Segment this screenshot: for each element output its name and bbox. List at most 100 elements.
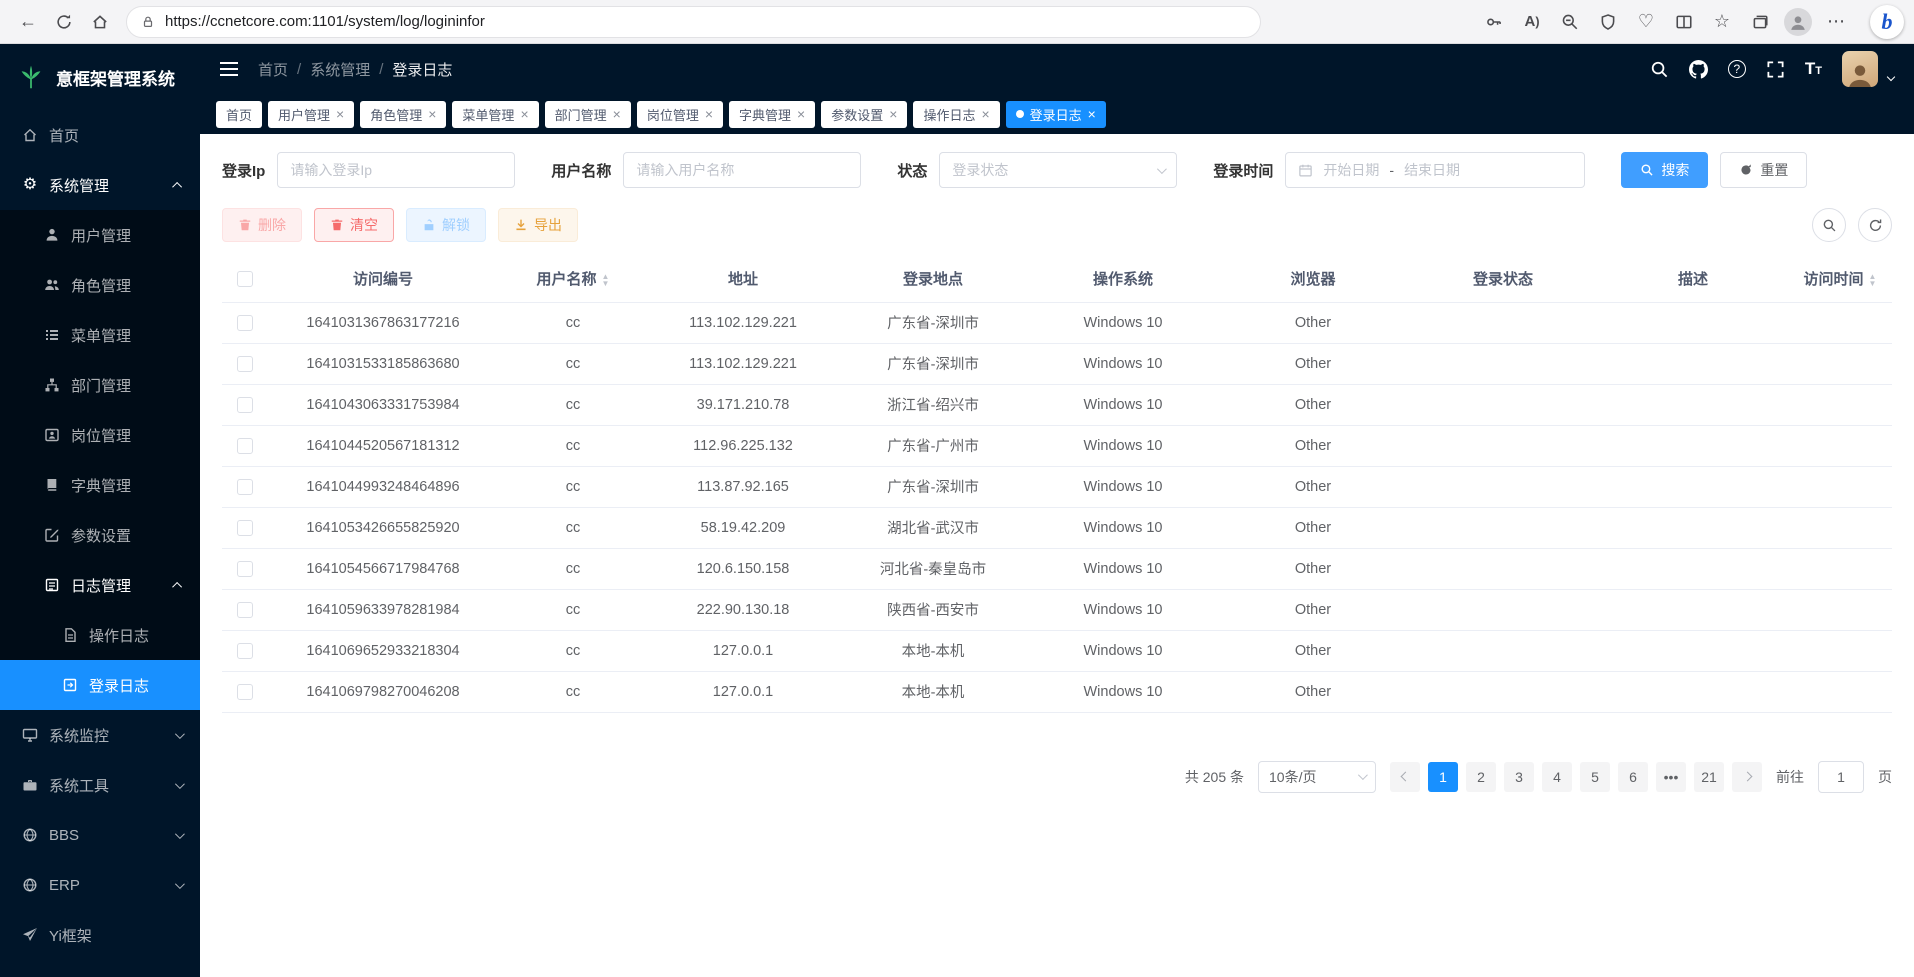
tab-dict-mgmt[interactable]: 字典管理× [729,101,815,128]
row-checkbox[interactable] [237,643,253,659]
tab-login-log[interactable]: 登录日志× [1006,101,1106,128]
sidebar-item-user-mgmt[interactable]: 用户管理 [0,210,200,260]
sidebar-item-sys-monitor[interactable]: 系统监控 [0,710,200,760]
breadcrumb-system[interactable]: 系统管理 [310,59,370,80]
col-visit-time[interactable]: 访问时间▲▼ [1788,256,1892,302]
row-checkbox[interactable] [237,397,253,413]
table-row[interactable]: 1641069798270046208cc 127.0.0.1本地-本机 Win… [222,671,1892,712]
avatar-caret-icon[interactable] [1887,73,1895,81]
tab-op-log[interactable]: 操作日志× [913,101,999,128]
more-icon[interactable]: ⋯ [1818,5,1854,39]
tab-close-icon[interactable]: × [705,107,713,121]
next-page-button[interactable] [1732,762,1762,792]
search-button[interactable]: 搜索 [1621,152,1708,188]
row-checkbox[interactable] [237,561,253,577]
login-ip-input[interactable] [277,152,515,188]
tab-close-icon[interactable]: × [336,107,344,121]
sort-icons[interactable]: ▲▼ [602,273,610,287]
sidebar-item-log-mgmt[interactable]: 日志管理 [0,560,200,610]
sidebar-item-op-log[interactable]: 操作日志 [0,610,200,660]
reset-button[interactable]: 重置 [1720,152,1807,188]
page-button-21[interactable]: 21 [1694,762,1724,792]
tab-close-icon[interactable]: × [889,107,897,121]
page-size-select[interactable]: 10条/页 [1258,761,1376,793]
address-bar[interactable]: https://ccnetcore.com:1101/system/log/lo… [126,6,1261,38]
sidebar-item-param-settings[interactable]: 参数设置 [0,510,200,560]
browser-essentials-icon[interactable]: ♡ [1628,5,1664,39]
table-row[interactable]: 1641043063331753984cc 39.171.210.78浙江省-绍… [222,384,1892,425]
table-row[interactable]: 1641031367863177216cc 113.102.129.221广东省… [222,302,1892,343]
tab-user-mgmt[interactable]: 用户管理× [268,101,354,128]
select-all-checkbox[interactable] [237,271,253,287]
row-checkbox[interactable] [237,602,253,618]
date-range-picker[interactable]: 开始日期 - 结束日期 [1285,152,1585,188]
unlock-button[interactable]: 解锁 [406,208,486,242]
page-button-4[interactable]: 4 [1542,762,1572,792]
tab-dept-mgmt[interactable]: 部门管理× [545,101,631,128]
col-username[interactable]: 用户名称▲▼ [498,256,648,302]
tab-close-icon[interactable]: × [797,107,805,121]
sidebar-item-bbs[interactable]: BBS [0,810,200,860]
key-icon[interactable] [1476,5,1512,39]
sidebar-collapse-icon[interactable] [220,62,238,76]
table-row[interactable]: 1641044993248464896cc 113.87.92.165广东省-深… [222,466,1892,507]
user-avatar[interactable] [1842,51,1878,87]
prev-page-button[interactable] [1390,762,1420,792]
sidebar-item-erp[interactable]: ERP [0,860,200,910]
shield-star-icon[interactable] [1590,5,1626,39]
tab-close-icon[interactable]: × [981,107,989,121]
table-row[interactable]: 1641044520567181312cc 112.96.225.132广东省-… [222,425,1892,466]
goto-page-input[interactable] [1818,761,1864,793]
sidebar-item-home[interactable]: 首页 [0,110,200,160]
end-date[interactable]: 结束日期 [1404,160,1460,180]
page-button-2[interactable]: 2 [1466,762,1496,792]
row-checkbox[interactable] [237,315,253,331]
site-info-icon[interactable] [141,15,155,29]
sidebar-item-login-log[interactable]: 登录日志 [0,660,200,710]
search-icon[interactable] [1650,60,1669,79]
breadcrumb-home[interactable]: 首页 [258,59,288,80]
row-checkbox[interactable] [237,684,253,700]
show-search-toggle-button[interactable] [1812,208,1846,242]
tab-close-icon[interactable]: × [428,107,436,121]
sidebar-item-menu-mgmt[interactable]: 菜单管理 [0,310,200,360]
clear-button[interactable]: 清空 [314,208,394,242]
tab-home[interactable]: 首页 [216,101,262,128]
sidebar-item-dept-mgmt[interactable]: 部门管理 [0,360,200,410]
page-button-3[interactable]: 3 [1504,762,1534,792]
row-checkbox[interactable] [237,438,253,454]
sidebar-item-post-mgmt[interactable]: 岗位管理 [0,410,200,460]
sidebar-item-sys-tools[interactable]: 系统工具 [0,760,200,810]
bing-icon[interactable]: b [1870,5,1904,39]
sidebar-item-system-mgmt[interactable]: ⚙ 系统管理 [0,160,200,210]
table-row[interactable]: 1641031533185863680cc 113.102.129.221广东省… [222,343,1892,384]
sidebar-item-dict-mgmt[interactable]: 字典管理 [0,460,200,510]
font-size-icon[interactable]: TT [1805,59,1822,79]
collections-icon[interactable] [1742,5,1778,39]
tab-menu-mgmt[interactable]: 菜单管理× [452,101,538,128]
github-icon[interactable] [1689,60,1708,79]
sidebar-item-yi-framework[interactable]: Yi框架 [0,910,200,960]
row-checkbox[interactable] [237,356,253,372]
help-icon[interactable]: ? [1728,60,1746,78]
start-date[interactable]: 开始日期 [1323,160,1379,180]
fullscreen-icon[interactable] [1766,60,1785,79]
refresh-table-button[interactable] [1858,208,1892,242]
row-checkbox[interactable] [237,520,253,536]
table-row[interactable]: 1641069652933218304cc 127.0.0.1本地-本机 Win… [222,630,1892,671]
tab-close-icon[interactable]: × [613,107,621,121]
page-button-1[interactable]: 1 [1428,762,1458,792]
reload-icon[interactable] [46,5,82,39]
tab-role-mgmt[interactable]: 角色管理× [360,101,446,128]
tab-close-icon[interactable]: × [520,107,528,121]
export-button[interactable]: 导出 [498,208,578,242]
table-row[interactable]: 1641059633978281984cc 222.90.130.18陕西省-西… [222,589,1892,630]
page-button-6[interactable]: 6 [1618,762,1648,792]
username-input[interactable] [623,152,861,188]
home-icon[interactable] [82,5,118,39]
back-icon[interactable]: ← [10,5,46,39]
delete-button[interactable]: 删除 [222,208,302,242]
zoom-out-icon[interactable] [1552,5,1588,39]
status-select[interactable]: 登录状态 [939,152,1177,188]
split-screen-icon[interactable] [1666,5,1702,39]
